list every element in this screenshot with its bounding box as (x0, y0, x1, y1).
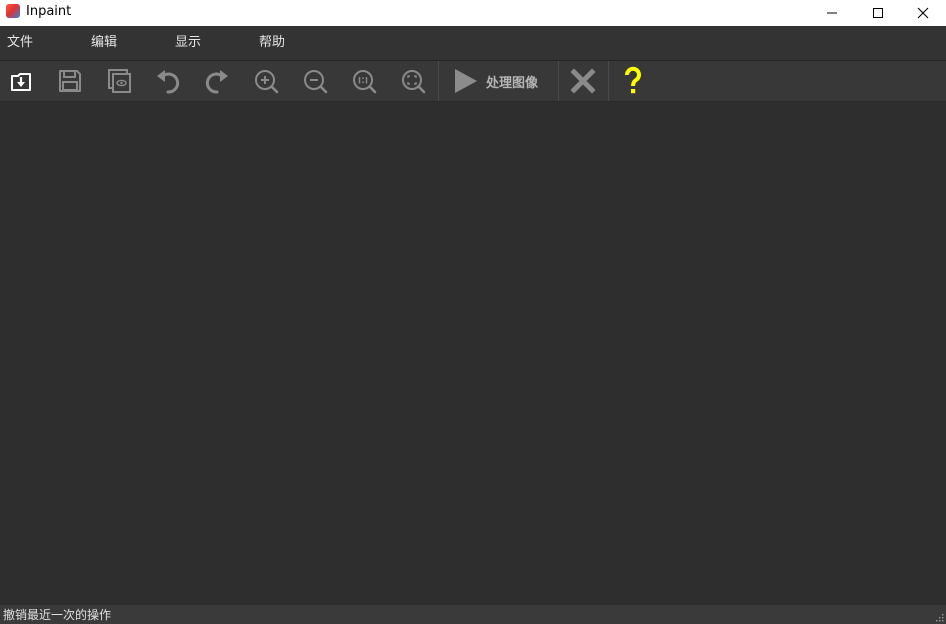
undo-icon (157, 70, 180, 94)
zoom-actual-icon (353, 70, 377, 94)
toolbar-separator (438, 61, 439, 101)
redo-icon (205, 70, 228, 94)
minimize-button[interactable] (809, 0, 855, 26)
title-bar: Inpaint (0, 0, 946, 26)
preview-button[interactable] (100, 63, 138, 99)
zoom-in-icon (255, 70, 279, 94)
maximize-button[interactable] (855, 0, 901, 26)
zoom-actual-size-button[interactable] (345, 63, 383, 99)
play-icon (455, 69, 477, 93)
zoom-in-button[interactable] (247, 63, 285, 99)
download-icon (11, 73, 31, 91)
app-icon (6, 4, 20, 18)
save-icon (59, 70, 81, 92)
menu-file[interactable]: 文件 (5, 35, 35, 51)
zoom-out-button[interactable] (296, 63, 334, 99)
help-button[interactable] (614, 63, 652, 99)
maximize-icon (873, 8, 883, 18)
toolbar-separator (558, 61, 559, 101)
menu-edit[interactable]: 编辑 (89, 35, 119, 51)
cancel-button[interactable] (564, 63, 602, 99)
menu-view[interactable]: 显示 (173, 35, 203, 51)
menu-help[interactable]: 帮助 (257, 35, 287, 51)
status-bar: 撤销最近一次的操作 (0, 605, 946, 624)
question-icon (625, 66, 641, 94)
toolbar: 处理图像 (0, 61, 946, 102)
window-title: Inpaint (26, 4, 72, 19)
process-image-label: 处理图像 (486, 75, 539, 91)
save-button[interactable] (51, 63, 89, 99)
process-image-button[interactable]: 处理图像 (440, 61, 558, 101)
image-canvas[interactable] (0, 102, 946, 605)
status-text: 撤销最近一次的操作 (3, 608, 112, 622)
minimize-icon (827, 12, 837, 14)
zoom-out-icon (304, 70, 328, 94)
zoom-fit-button[interactable] (394, 63, 432, 99)
x-icon (570, 68, 596, 94)
resize-grip-icon[interactable] (934, 612, 944, 622)
close-icon (917, 7, 929, 19)
redo-button[interactable] (198, 63, 236, 99)
close-button[interactable] (900, 0, 946, 26)
menu-bar: 文件 编辑 显示 帮助 (0, 26, 946, 61)
undo-button[interactable] (149, 63, 187, 99)
preview-icon (108, 69, 131, 93)
zoom-fit-icon (402, 70, 426, 94)
open-image-button[interactable] (2, 63, 40, 99)
toolbar-separator (608, 61, 609, 101)
